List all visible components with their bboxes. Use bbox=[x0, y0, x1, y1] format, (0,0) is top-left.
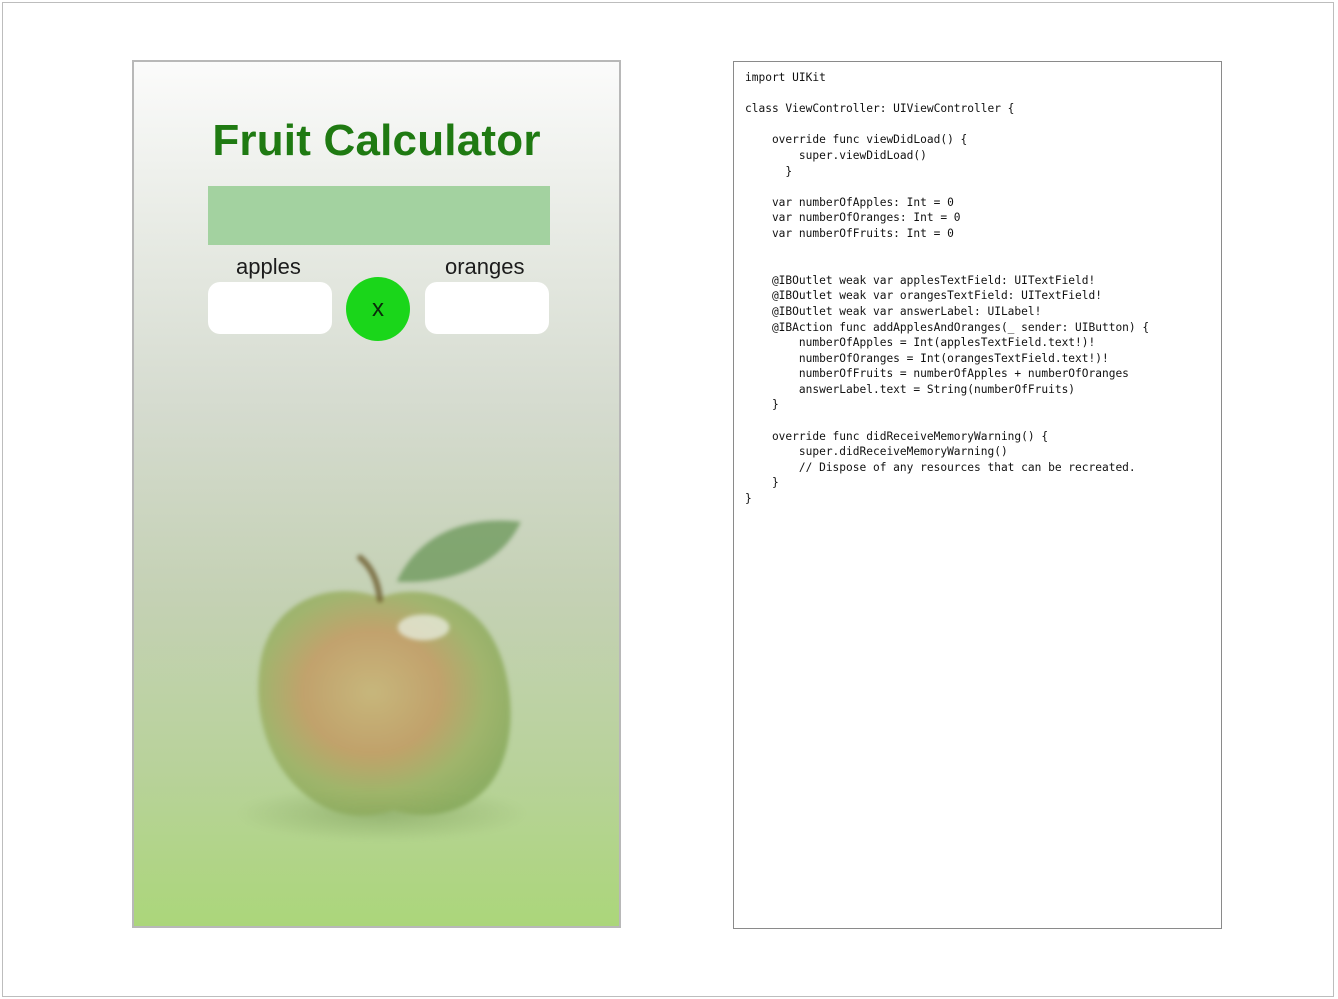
oranges-label: oranges bbox=[445, 254, 525, 279]
code-line: @IBOutlet weak var applesTextField: UITe… bbox=[745, 273, 1096, 287]
code-line: } bbox=[745, 398, 779, 412]
code-line: @IBOutlet weak var answerLabel: UILabel! bbox=[745, 304, 1042, 318]
add-button[interactable]: x bbox=[346, 277, 410, 341]
code-line: var numberOfApples: Int = 0 bbox=[745, 195, 954, 209]
code-line: import UIKit bbox=[745, 71, 826, 84]
code-line: numberOfFruits = numberOfApples + number… bbox=[745, 367, 1129, 381]
code-line: var numberOfOranges: Int = 0 bbox=[745, 211, 961, 225]
code-line: } bbox=[745, 476, 779, 490]
code-line: @IBAction func addApplesAndOranges(_ sen… bbox=[745, 320, 1150, 334]
code-line: var numberOfFruits: Int = 0 bbox=[745, 226, 954, 240]
oranges-text-field[interactable] bbox=[425, 282, 549, 334]
code-line: } bbox=[745, 492, 752, 506]
code-line: super.viewDidLoad() bbox=[745, 148, 927, 162]
code-line: numberOfApples = Int(applesTextField.tex… bbox=[745, 336, 1096, 350]
code-line: answerLabel.text = String(numberOfFruits… bbox=[745, 382, 1076, 396]
code-line: override func viewDidLoad() { bbox=[745, 133, 968, 147]
apples-text-field[interactable] bbox=[208, 282, 332, 334]
phone-mockup: Fruit Calculator apples oranges x bbox=[132, 60, 621, 928]
code-line: override func didReceiveMemoryWarning() … bbox=[745, 429, 1049, 443]
apples-label: apples bbox=[236, 254, 301, 279]
code-line: super.didReceiveMemoryWarning() bbox=[745, 445, 1008, 459]
code-line: @IBOutlet weak var orangesTextField: UIT… bbox=[745, 289, 1102, 303]
code-line: class ViewController: UIViewController { bbox=[745, 102, 1015, 116]
code-listing: import UIKit class ViewController: UIVie… bbox=[745, 70, 1149, 507]
app-title: Fruit Calculator bbox=[212, 116, 541, 165]
code-panel: import UIKit class ViewController: UIVie… bbox=[733, 61, 1222, 929]
code-line: numberOfOranges = Int(orangesTextField.t… bbox=[745, 351, 1109, 365]
answer-label bbox=[208, 186, 550, 245]
code-line: // Dispose of any resources that can be … bbox=[745, 460, 1136, 474]
code-line: } bbox=[745, 164, 793, 178]
